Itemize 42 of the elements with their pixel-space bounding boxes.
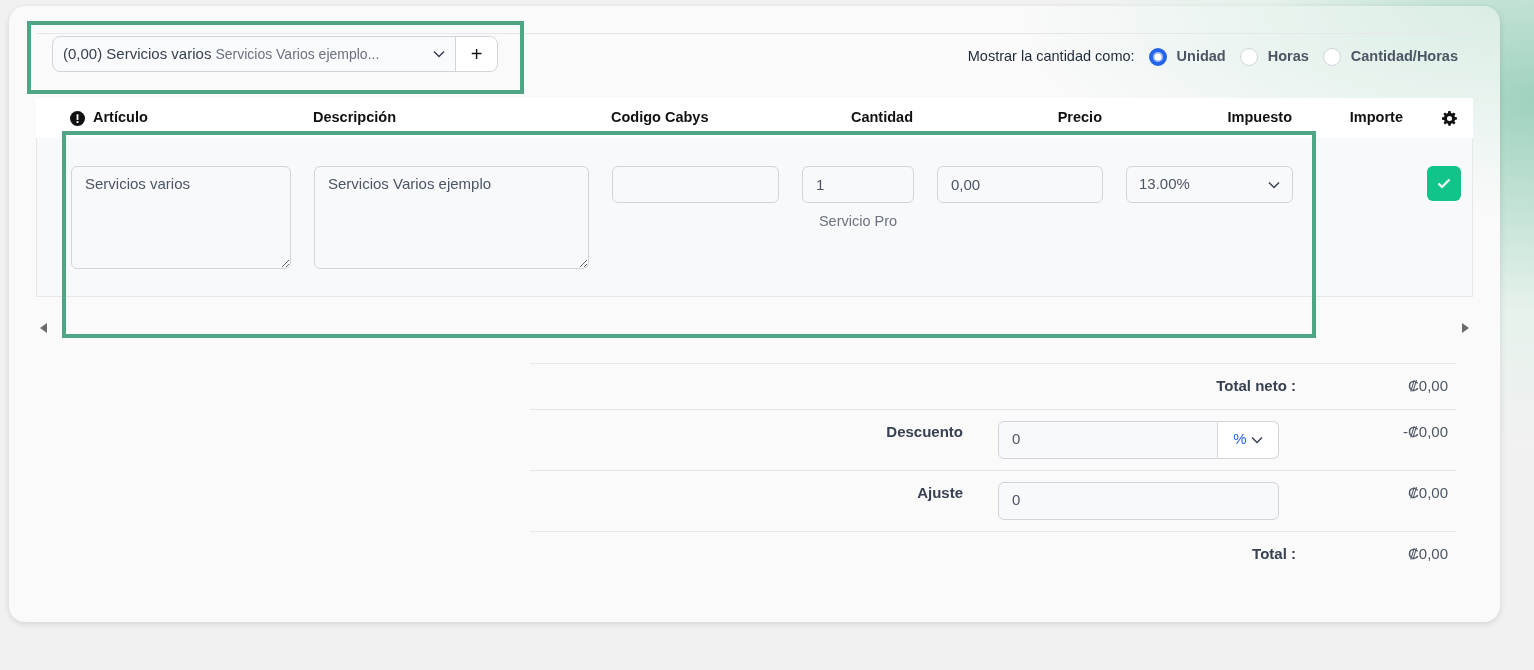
- alert-icon: [70, 110, 85, 126]
- amount-value: ₡0,00: [1407, 377, 1448, 394]
- column-header: Impuesto: [1227, 109, 1292, 126]
- settings-icon[interactable]: [1441, 110, 1457, 126]
- column-header: Cantidad: [850, 109, 913, 126]
- add-button[interactable]: +: [455, 37, 497, 71]
- column-header: Descripción: [313, 108, 396, 128]
- chevron-down-icon: [1250, 435, 1263, 444]
- product-description: Servicios Varios ejemplo...: [215, 44, 380, 64]
- product-select[interactable]: (0,00) Servicios varios Servicios Varios ejemplo... +: [52, 36, 498, 72]
- quantity-field[interactable]: 1: [802, 166, 914, 203]
- discount-unit-select[interactable]: %: [1218, 420, 1279, 459]
- scroll-right-icon[interactable]: [1461, 323, 1469, 333]
- radio-label[interactable]: Horas: [1267, 46, 1309, 68]
- adjustment-field[interactable]: 0: [998, 481, 1279, 520]
- amount-value: -₡0,00: [1402, 422, 1448, 440]
- column-header: Importe: [1349, 109, 1403, 126]
- chevron-down-icon: [433, 50, 445, 58]
- selected-product: (0,00) Servicios varios: [63, 43, 212, 64]
- description-field[interactable]: Servicios Varios ejemplo: [314, 166, 589, 269]
- amount-value: ₡0,00: [1407, 483, 1448, 501]
- total-label: Descuento: [886, 422, 963, 440]
- column-header: Codigo Cabys: [611, 108, 709, 128]
- total-label: Total :: [1252, 544, 1296, 562]
- tax-select[interactable]: 13.00%: [1126, 166, 1293, 203]
- price-field[interactable]: 0,00: [937, 166, 1103, 203]
- column-header: Precio: [1057, 109, 1102, 126]
- radio-label[interactable]: Unidad: [1176, 46, 1226, 68]
- unit-label: Servicio Pro: [817, 212, 899, 231]
- column-header: Artículo: [93, 108, 148, 128]
- cabys-code-field[interactable]: [612, 166, 779, 203]
- article-field[interactable]: Servicios varios: [71, 166, 291, 269]
- discount-field[interactable]: 0: [998, 420, 1218, 459]
- checkmark-icon: [1437, 178, 1451, 189]
- scroll-left-icon[interactable]: [40, 323, 48, 333]
- radio-button[interactable]: [1148, 47, 1167, 66]
- amount-value: ₡0,00: [1407, 544, 1448, 562]
- quantity-mode-label: Mostrar la cantidad como:: [967, 47, 1135, 66]
- total-label: Ajuste: [917, 483, 963, 501]
- radio-label[interactable]: Cantidad/Horas: [1350, 46, 1458, 68]
- total-label: Total neto :: [1216, 377, 1296, 394]
- chevron-down-icon: [1268, 180, 1280, 189]
